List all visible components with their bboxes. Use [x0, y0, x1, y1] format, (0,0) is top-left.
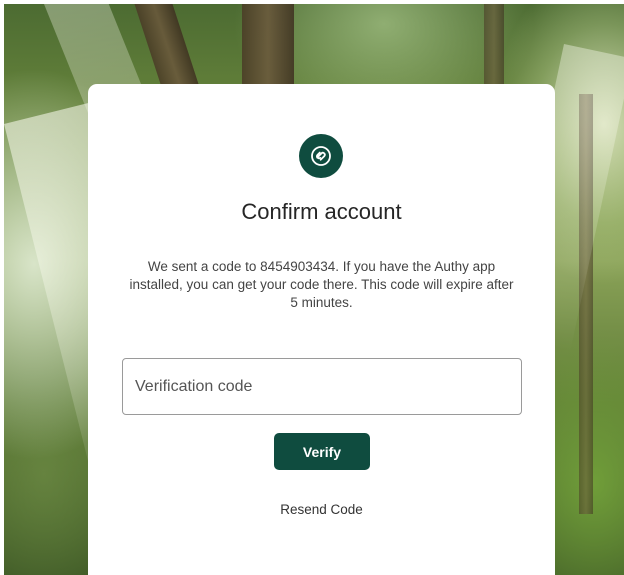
verification-code-input[interactable]	[122, 358, 522, 415]
instructions-text: We sent a code to 8454903434. If you hav…	[129, 259, 514, 310]
authy-logo-glyph	[311, 146, 331, 166]
verify-button[interactable]: Verify	[274, 433, 370, 470]
confirm-account-card: Confirm account We sent a code to 845490…	[88, 84, 555, 575]
authy-logo-icon	[299, 134, 343, 178]
resend-code-link[interactable]: Resend Code	[88, 502, 555, 517]
page-title: Confirm account	[241, 199, 402, 224]
